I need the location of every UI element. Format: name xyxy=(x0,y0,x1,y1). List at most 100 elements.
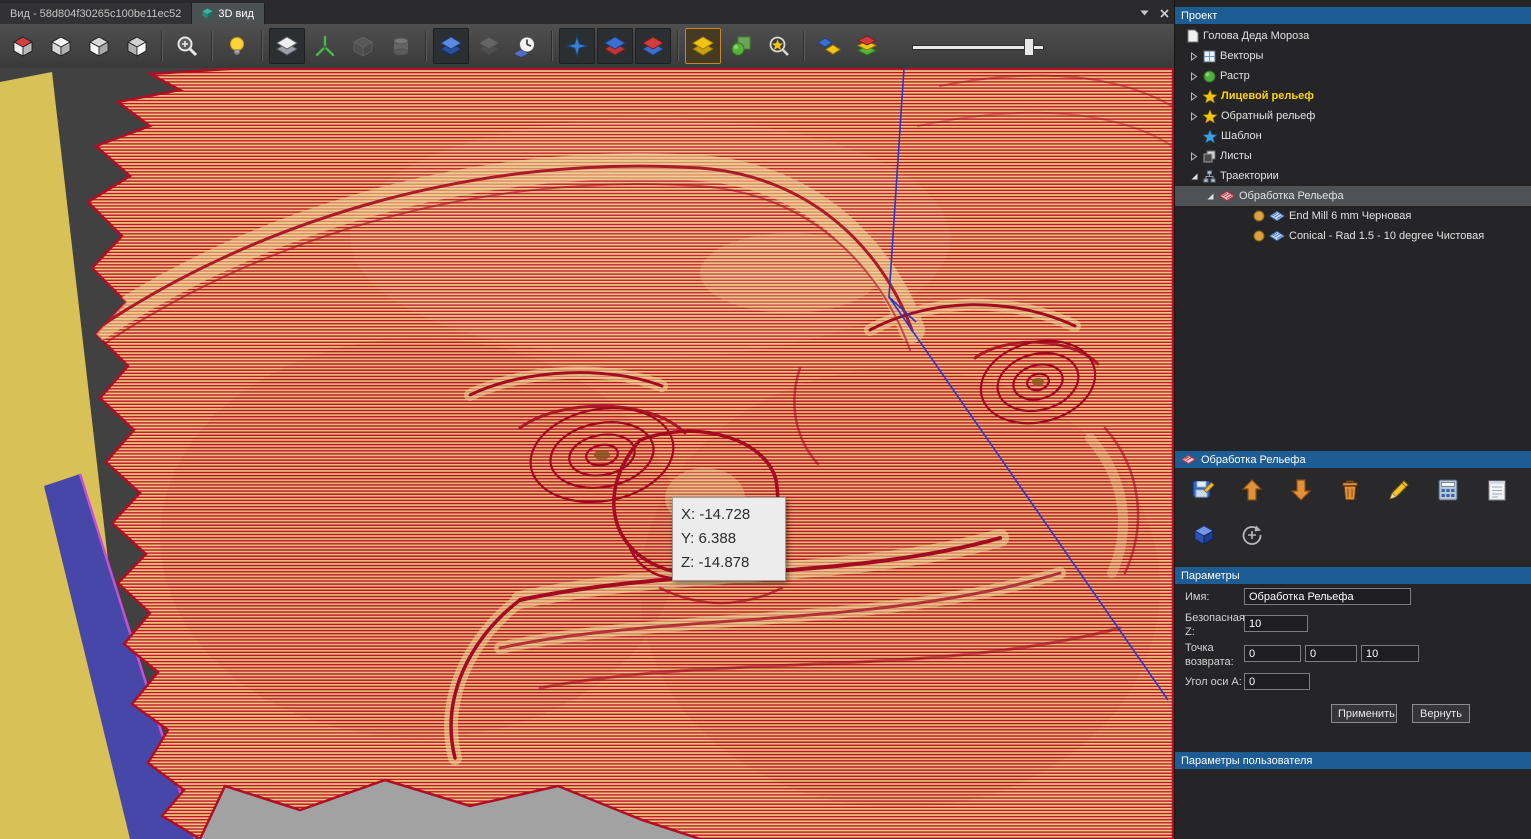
project-tree: Голова Деда Мороза Векторы Растр Лицевой… xyxy=(1175,26,1531,246)
coord-x: X: -14.728 xyxy=(681,506,751,523)
tree-item-label: Голова Деда Мороза xyxy=(1203,30,1310,42)
tree-item-sheets[interactable]: Листы xyxy=(1175,146,1531,166)
expand-expanded-icon[interactable] xyxy=(1189,172,1199,181)
a-angle-input[interactable] xyxy=(1244,673,1310,690)
machining-panel-title: Обработка Рельефа xyxy=(1201,453,1306,466)
delete-toolpath-button[interactable] xyxy=(1332,472,1367,507)
star-yellow-icon xyxy=(1203,89,1217,103)
axes-icon xyxy=(315,35,335,57)
toolbar-separator xyxy=(803,31,805,61)
right-view-button[interactable] xyxy=(119,28,155,64)
expand-collapsed-icon[interactable] xyxy=(1189,71,1199,81)
apply-button[interactable]: Применить xyxy=(1331,704,1397,723)
left-view-button[interactable] xyxy=(81,28,117,64)
coordinate-tooltip: X: -14.728 Y: 6.388 Z: -14.878 xyxy=(672,497,786,581)
light-toggle-button[interactable] xyxy=(219,28,255,64)
expand-collapsed-icon[interactable] xyxy=(1189,91,1199,101)
block-view-button[interactable] xyxy=(345,28,381,64)
save-edit-icon xyxy=(1192,480,1215,497)
toolbar-separator xyxy=(261,31,263,61)
safe-z-input[interactable] xyxy=(1244,615,1308,632)
simulation-time-button[interactable] xyxy=(509,28,545,64)
material-blue-button[interactable] xyxy=(433,28,469,64)
move-down-button[interactable] xyxy=(1283,472,1318,507)
move-up-button[interactable] xyxy=(1234,472,1269,507)
toolbar-separator xyxy=(211,31,213,61)
zoom-in-button[interactable] xyxy=(169,28,205,64)
iso-view-button[interactable] xyxy=(5,28,41,64)
tree-item-label: Шаблон xyxy=(1221,130,1262,142)
layers-blue-red-icon xyxy=(604,36,626,56)
toolpath-hatch-icon xyxy=(1269,230,1285,242)
return-x-input[interactable] xyxy=(1244,645,1301,662)
active-layer-button[interactable] xyxy=(685,28,721,64)
diamond-blue-yellow-button[interactable] xyxy=(811,28,847,64)
block-icon xyxy=(353,36,373,57)
expand-collapsed-icon[interactable] xyxy=(1189,51,1199,61)
tree-item-toolpaths[interactable]: Траектории xyxy=(1175,166,1531,186)
slider-handle[interactable] xyxy=(1024,38,1034,56)
tab-2d-view[interactable]: Вид - 58d804f30265c100be11ec52 xyxy=(0,3,193,24)
safe-z-label: Безопасная Z: xyxy=(1185,612,1245,638)
tree-item-back-relief[interactable]: Обратный рельеф xyxy=(1175,106,1531,126)
save-toolpath-button[interactable] xyxy=(1185,472,1220,507)
axes-toggle-button[interactable] xyxy=(307,28,343,64)
tree-item-raster[interactable]: Растр xyxy=(1175,66,1531,86)
tree-item-vectors[interactable]: Векторы xyxy=(1175,46,1531,66)
document-icon xyxy=(1187,29,1199,43)
cylinder-view-button[interactable] xyxy=(383,28,419,64)
close-view-button[interactable] xyxy=(1154,4,1174,22)
all-layers-button[interactable] xyxy=(849,28,885,64)
tree-item-label: Траектории xyxy=(1220,170,1279,182)
tree-item-label: Векторы xyxy=(1220,50,1264,62)
trash-icon xyxy=(1342,480,1357,500)
raster-sphere-button[interactable] xyxy=(723,28,759,64)
simulate-toolpath-button[interactable] xyxy=(1185,517,1220,552)
return-point-label: Точка возврата: xyxy=(1185,642,1234,668)
expand-expanded-icon[interactable] xyxy=(1205,192,1215,201)
layers-blue-red-button[interactable] xyxy=(597,28,633,64)
revert-button[interactable]: Вернуть xyxy=(1412,704,1470,723)
name-label: Имя: xyxy=(1185,591,1210,603)
calculate-button[interactable] xyxy=(1430,472,1465,507)
project-panel: Проект Голова Деда Мороза Векторы Растр … xyxy=(1174,0,1531,839)
tab-label: 3D вид xyxy=(218,7,254,20)
calculator-icon xyxy=(1438,479,1457,500)
arrow-down-icon xyxy=(1290,478,1311,501)
name-input[interactable] xyxy=(1244,588,1411,605)
relief-view-button[interactable] xyxy=(269,28,305,64)
edit-toolpath-button[interactable] xyxy=(1381,472,1416,507)
machining-toolbar-row2 xyxy=(1185,517,1269,552)
tree-item-relief-machining[interactable]: Обработка Рельефа xyxy=(1175,186,1531,206)
toolpaths-icon xyxy=(1203,170,1216,182)
sparkle-toggle-button[interactable] xyxy=(559,28,595,64)
toolbar-separator xyxy=(161,31,163,61)
3d-viewport[interactable]: X: -14.728 Y: 6.388 Z: -14.878 xyxy=(0,68,1174,839)
machining-toolbar-row1 xyxy=(1185,472,1514,507)
main-window: Вид - 58d804f30265c100be11ec52 3D вид X:… xyxy=(0,0,1174,839)
machining-hatch-icon xyxy=(1181,454,1196,465)
transform-toolpath-button[interactable] xyxy=(1234,517,1269,552)
find-layer-button[interactable] xyxy=(761,28,797,64)
front-view-button[interactable] xyxy=(43,28,79,64)
sheets-icon xyxy=(1203,150,1216,162)
expand-collapsed-icon[interactable] xyxy=(1189,151,1199,161)
tab-list-button[interactable] xyxy=(1134,4,1154,22)
pencil-icon xyxy=(1388,479,1409,500)
expand-collapsed-icon[interactable] xyxy=(1189,111,1199,121)
layers-red-blue-button[interactable] xyxy=(635,28,671,64)
toolbar-separator xyxy=(425,31,427,61)
tab-3d-view[interactable]: 3D вид xyxy=(192,3,265,24)
tree-item-endmill-roughing[interactable]: End Mill 6 mm Черновая xyxy=(1175,206,1531,226)
tree-item-label: Обработка Рельефа xyxy=(1239,190,1344,202)
return-y-input[interactable] xyxy=(1305,645,1357,662)
tree-item-model[interactable]: Голова Деда Мороза xyxy=(1175,26,1531,46)
shade-slider[interactable] xyxy=(912,36,1044,56)
material-gray-button[interactable] xyxy=(471,28,507,64)
return-z-input[interactable] xyxy=(1361,645,1419,662)
tree-item-template[interactable]: Шаблон xyxy=(1175,126,1531,146)
tree-item-conical-finishing[interactable]: Conical - Rad 1.5 - 10 degree Чистовая xyxy=(1175,226,1531,246)
tree-item-front-relief[interactable]: Лицевой рельеф xyxy=(1175,86,1531,106)
caret-down-icon xyxy=(1140,10,1148,16)
notes-button[interactable] xyxy=(1479,472,1514,507)
